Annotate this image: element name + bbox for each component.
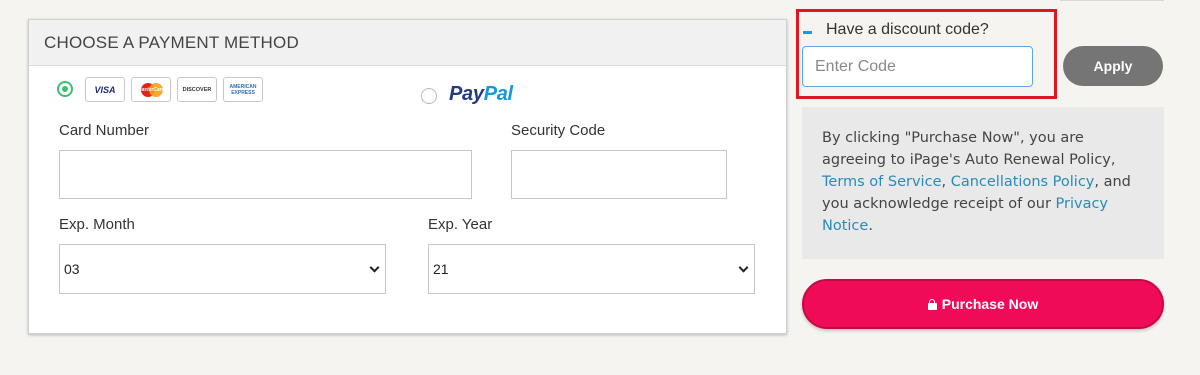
security-code-input[interactable] — [511, 150, 727, 199]
exp-year-value: 21 — [433, 261, 449, 277]
exp-year-select[interactable]: 21 — [428, 244, 755, 294]
apply-button[interactable]: Apply — [1063, 46, 1163, 86]
paypal-logo-icon[interactable]: PayPal — [449, 83, 513, 106]
policy-text: By clicking "Purchase Now", you are agre… — [822, 130, 1116, 168]
card-number-input[interactable] — [59, 150, 472, 199]
payment-method-heading: CHOOSE A PAYMENT METHOD — [29, 20, 786, 66]
paypal-logo-part1: Pay — [449, 83, 484, 105]
discover-logo-icon: DISCOVER — [177, 77, 217, 102]
discount-code-toggle[interactable]: Have a discount code? — [826, 21, 989, 39]
visa-logo-icon: VISA — [85, 77, 125, 102]
amex-logo-icon: AMERICAN EXPRESS — [223, 77, 263, 102]
discover-logo-text: DISCOVER — [182, 86, 212, 93]
exp-month-select[interactable]: 03 — [59, 244, 386, 294]
exp-year-label: Exp. Year — [428, 216, 493, 233]
divider — [1060, 0, 1164, 1]
policy-text: , — [941, 174, 951, 190]
cancellations-policy-link[interactable]: Cancellations Policy — [951, 174, 1095, 190]
paypal-logo-part2: Pal — [483, 83, 513, 105]
chevron-down-icon — [738, 262, 749, 273]
security-code-label: Security Code — [511, 122, 606, 139]
discount-code-input[interactable] — [802, 46, 1033, 87]
policy-text: . — [868, 218, 873, 234]
purchase-now-button[interactable]: Purchase Now — [802, 279, 1164, 329]
exp-month-value: 03 — [64, 261, 80, 277]
chevron-down-icon — [369, 262, 380, 273]
exp-month-label: Exp. Month — [59, 216, 135, 233]
amex-logo-text: AMERICAN EXPRESS — [229, 83, 257, 96]
purchase-now-label: Purchase Now — [941, 296, 1039, 312]
mastercard-logo-icon: MasterCard — [131, 77, 171, 102]
card-number-label: Card Number — [59, 122, 150, 139]
policy-notice: By clicking "Purchase Now", you are agre… — [802, 107, 1164, 259]
terms-of-service-link[interactable]: Terms of Service — [822, 174, 941, 190]
lock-icon — [927, 298, 937, 310]
minus-icon[interactable] — [803, 31, 812, 34]
card-payment-radio[interactable] — [57, 81, 73, 97]
mastercard-logo-text: MasterCard — [137, 86, 165, 93]
paypal-payment-radio[interactable] — [421, 88, 437, 104]
